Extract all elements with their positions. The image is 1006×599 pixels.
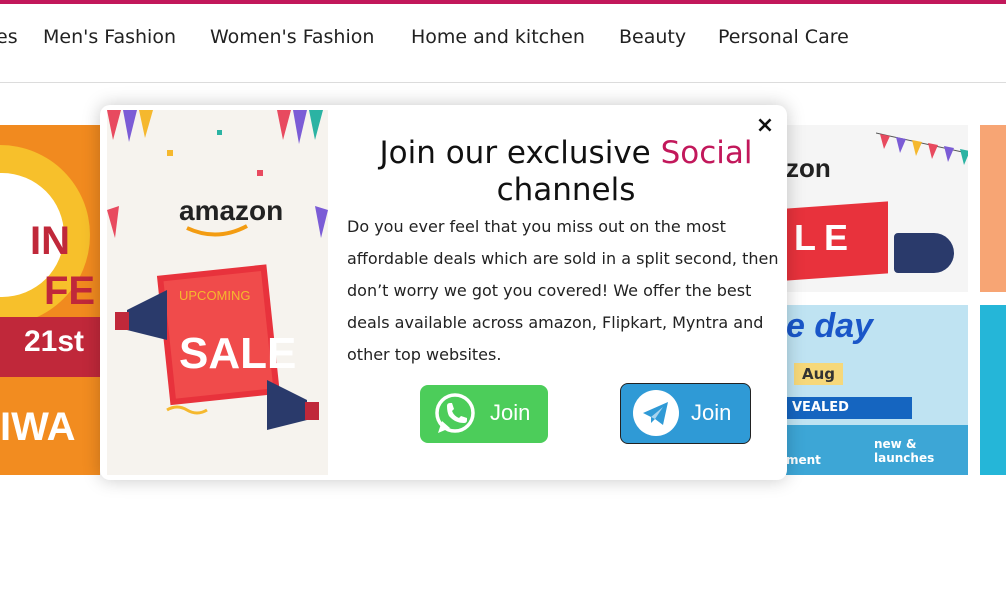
banner-right-edge-top[interactable] [980,125,1006,292]
modal-title: Join our exclusive Social channels [340,135,792,209]
sale-illustration: amazon UPCOMING SALE [107,110,328,475]
image-upcoming-text: UPCOMING [179,288,251,303]
whatsapp-join-label: Join [490,400,531,425]
image-brand-text: amazon [179,195,283,226]
title-suffix: channels [496,172,636,208]
image-sale-text: SALE [179,329,296,378]
whatsapp-icon [435,393,475,433]
bunting-decoration [876,132,968,165]
nav-item-personal-care[interactable]: Personal Care [718,26,849,48]
telegram-join-button[interactable]: Join [620,383,751,444]
revealed-ribbon: VEALED [786,397,912,419]
upcoming-sale-image: amazon UPCOMING SALE [107,110,328,475]
category-nav: es Men's Fashion Women's Fashion Home an… [0,4,1006,83]
banner-right-edge-bottom[interactable] [980,305,1006,475]
banner-diwali-fest[interactable]: IN FE 21st IWA [0,125,100,475]
title-prefix: Join our exclusive [379,135,661,171]
banner-prime-day[interactable]: e day Aug VEALED new & launches ment [786,305,968,475]
telegram-icon [633,390,679,436]
whatsapp-join-button[interactable]: Join [420,385,548,443]
nav-item-home-kitchen[interactable]: Home and kitchen [411,26,585,48]
launches-text: new & launches [874,437,935,465]
sale-text: LE [794,217,857,258]
megaphone-icon [894,233,954,273]
banner-amazon-sale[interactable]: zon LE [786,125,968,292]
banner-text-fe: FE [44,269,96,313]
social-join-modal: amazon UPCOMING SALE × Join our exclusiv… [100,105,787,480]
nav-item-prev[interactable]: es [0,26,18,48]
prime-day-text: e day [786,307,873,345]
telegram-join-label: Join [691,400,732,425]
nav-item-womens-fashion[interactable]: Women's Fashion [210,26,374,48]
banner-text-in: IN [30,219,70,263]
amazon-logo-text: zon [786,153,831,183]
modal-description: Do you ever feel that you miss out on th… [347,217,779,364]
nav-item-mens-fashion[interactable]: Men's Fashion [43,26,176,48]
moment-text: ment [786,453,821,467]
banner-diwali-text: IWA [0,405,76,449]
banner-date-text: 21st [24,325,85,358]
title-highlight: Social [660,135,753,171]
date-badge: Aug [794,363,844,385]
nav-item-beauty[interactable]: Beauty [619,26,686,48]
